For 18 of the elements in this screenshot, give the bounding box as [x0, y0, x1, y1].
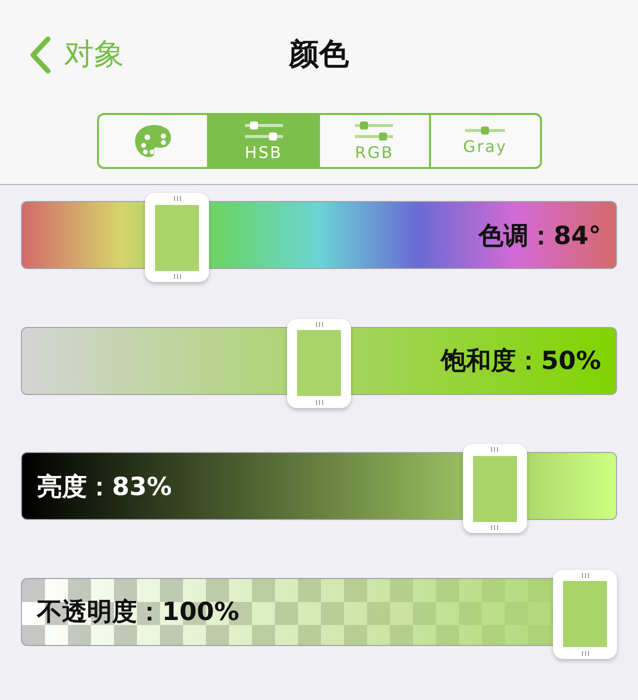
palette-icon — [134, 124, 172, 158]
sliders-icon — [244, 120, 284, 140]
chevron-left-icon — [28, 36, 52, 74]
slider-value-label: 亮度：83% — [37, 470, 172, 502]
slider-value-label: 饱和度：50% — [441, 345, 601, 377]
slider-thumb[interactable] — [462, 444, 527, 533]
slider-value-label: 色调：84° — [478, 220, 601, 252]
page-title: 颜色 — [289, 36, 349, 74]
sliders-icon — [354, 120, 394, 140]
brightness-slider[interactable]: 亮度：83% — [21, 444, 617, 533]
slider-value-label: 不透明度：100% — [37, 596, 240, 628]
hue-slider[interactable]: 色调：84° — [21, 193, 617, 282]
slider-thumb[interactable] — [553, 570, 617, 658]
slider-thumb[interactable] — [287, 318, 351, 408]
saturation-slider[interactable]: 饱和度：50% — [21, 318, 617, 408]
slider-thumb[interactable] — [145, 193, 210, 282]
slider-icon — [464, 126, 506, 135]
opacity-slider[interactable]: 不透明度：100% — [21, 570, 617, 658]
